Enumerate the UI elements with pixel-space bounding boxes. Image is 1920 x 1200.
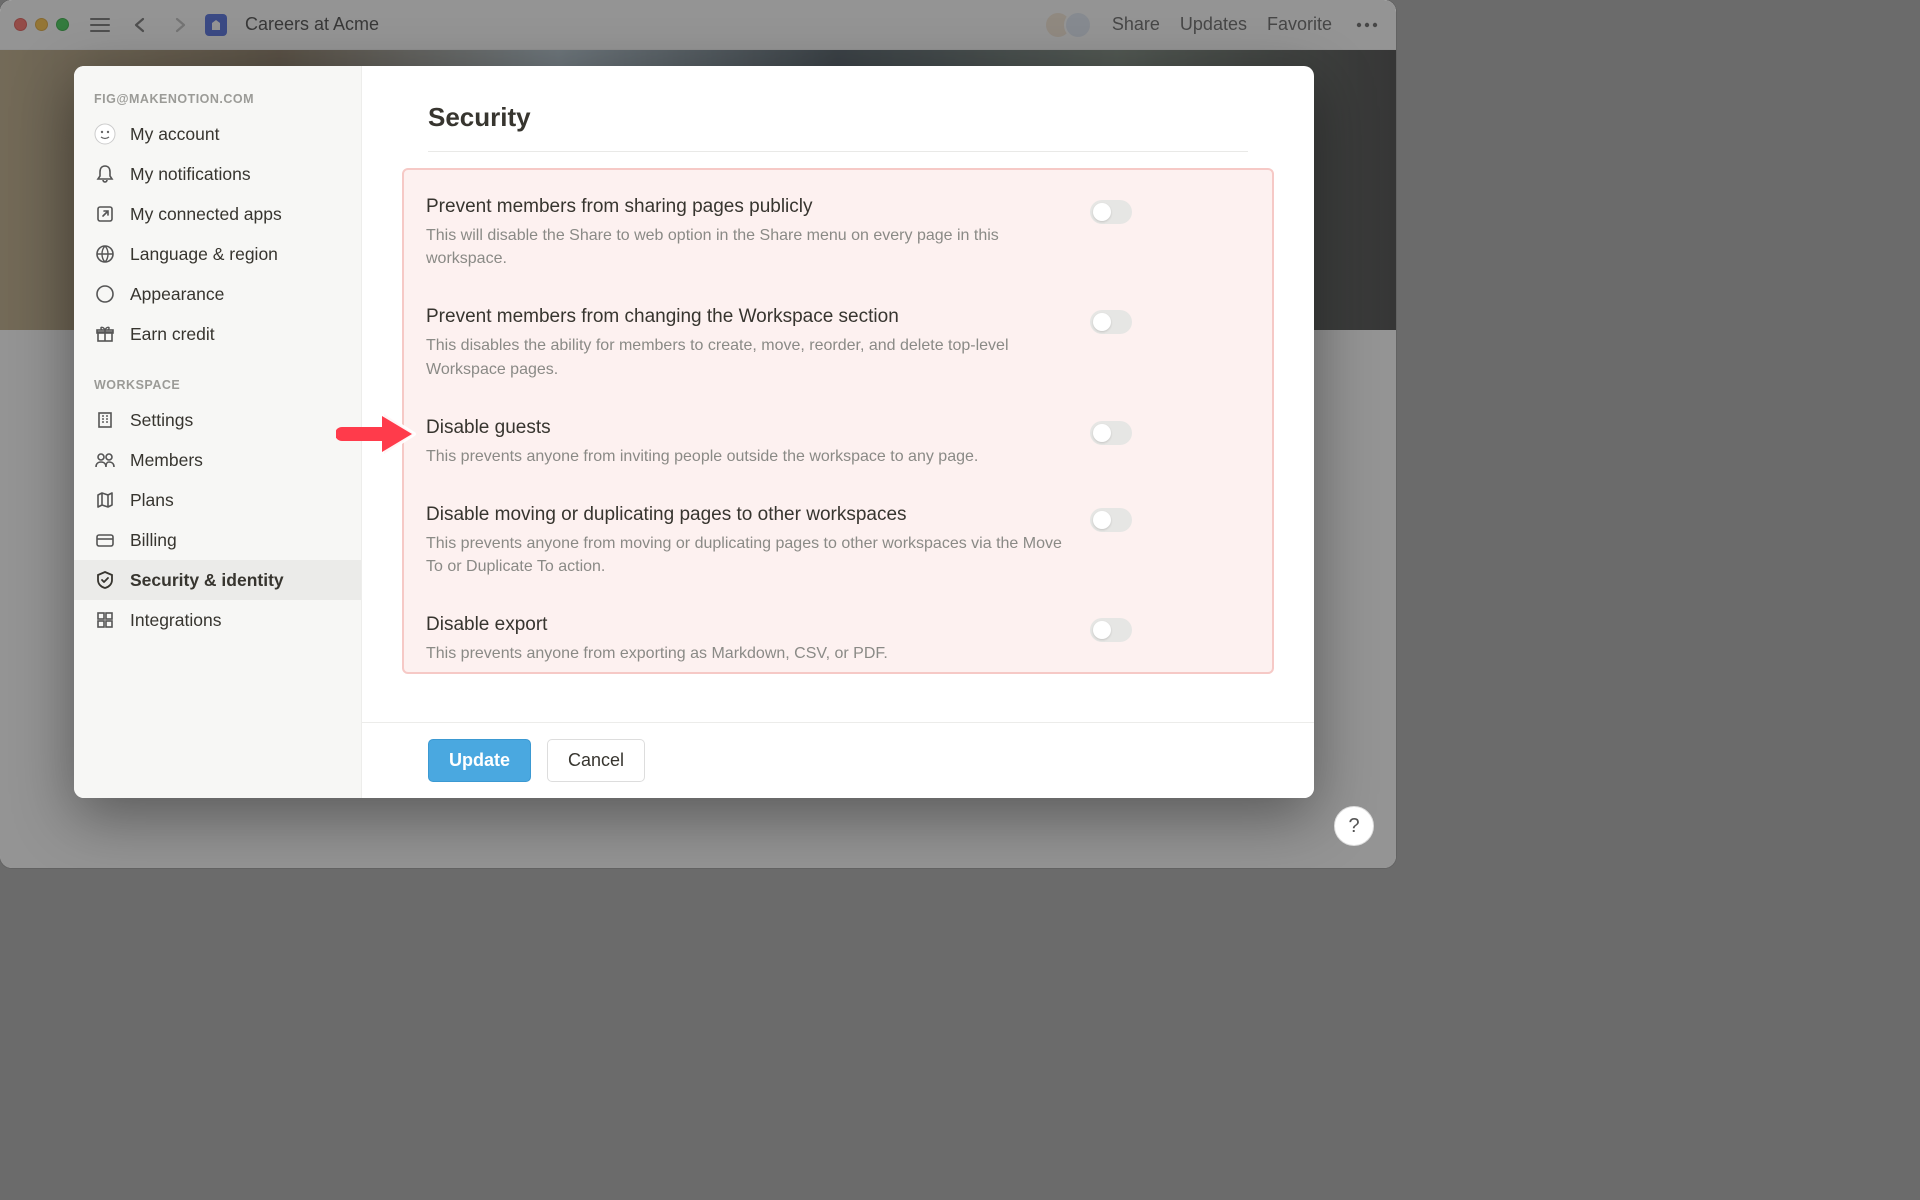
setting-title: Disable export <box>426 614 1066 636</box>
sidebar-item-notifications[interactable]: My notifications <box>74 154 361 194</box>
help-icon: ? <box>1348 815 1359 838</box>
building-icon <box>94 409 116 431</box>
sidebar-item-label: Integrations <box>130 610 221 631</box>
setting-disable-move-duplicate: Disable moving or duplicating pages to o… <box>426 494 1250 604</box>
sidebar-item-label: Plans <box>130 490 174 511</box>
sidebar-item-members[interactable]: Members <box>74 440 361 480</box>
setting-description: This prevents anyone from exporting as M… <box>426 642 1066 665</box>
map-icon <box>94 489 116 511</box>
toggle-disable-guests[interactable] <box>1090 421 1132 445</box>
modal-footer: Update Cancel <box>362 722 1314 798</box>
sidebar-workspace-header: WORKSPACE <box>74 372 361 400</box>
setting-prevent-workspace-changes: Prevent members from changing the Worksp… <box>426 296 1250 406</box>
setting-prevent-public-share: Prevent members from sharing pages publi… <box>426 186 1250 296</box>
globe-icon <box>94 243 116 265</box>
bell-icon <box>94 163 116 185</box>
sidebar-item-earn-credit[interactable]: Earn credit <box>74 314 361 354</box>
sidebar-item-label: Earn credit <box>130 324 215 345</box>
sidebar-item-label: My account <box>130 124 219 145</box>
setting-description: This will disable the Share to web optio… <box>426 224 1066 270</box>
toggle-disable-export[interactable] <box>1090 618 1132 642</box>
setting-title: Disable moving or duplicating pages to o… <box>426 504 1066 526</box>
shield-check-icon <box>94 569 116 591</box>
settings-highlight-box: Prevent members from sharing pages publi… <box>402 168 1274 674</box>
sidebar-item-label: Appearance <box>130 284 224 305</box>
divider <box>428 151 1248 152</box>
help-button[interactable]: ? <box>1334 806 1374 846</box>
settings-content: Security Prevent members from sharing pa… <box>362 66 1314 798</box>
sidebar-item-billing[interactable]: Billing <box>74 520 361 560</box>
sidebar-item-my-account[interactable]: My account <box>74 114 361 154</box>
sidebar-item-label: Members <box>130 450 203 471</box>
sidebar-item-connected-apps[interactable]: My connected apps <box>74 194 361 234</box>
setting-title: Disable guests <box>426 417 1066 439</box>
setting-disable-guests: Disable guests This prevents anyone from… <box>426 407 1250 494</box>
setting-description: This prevents anyone from moving or dupl… <box>426 532 1066 578</box>
sidebar-item-label: My connected apps <box>130 204 282 225</box>
sidebar-item-label: Language & region <box>130 244 278 265</box>
external-link-icon <box>94 203 116 225</box>
sidebar-item-integrations[interactable]: Integrations <box>74 600 361 640</box>
setting-title: Prevent members from sharing pages publi… <box>426 196 1066 218</box>
moon-icon <box>94 283 116 305</box>
toggle-prevent-workspace-changes[interactable] <box>1090 310 1132 334</box>
sidebar-item-label: Billing <box>130 530 177 551</box>
people-icon <box>94 449 116 471</box>
account-avatar-icon <box>94 123 116 145</box>
credit-card-icon <box>94 529 116 551</box>
setting-description: This disables the ability for members to… <box>426 334 1066 380</box>
setting-disable-export: Disable export This prevents anyone from… <box>426 604 1250 671</box>
sidebar-item-settings[interactable]: Settings <box>74 400 361 440</box>
page-heading: Security <box>428 102 1248 133</box>
app-window: Careers at Acme Share Updates Favorite F… <box>0 0 1396 868</box>
sidebar-item-appearance[interactable]: Appearance <box>74 274 361 314</box>
sidebar-item-label: Security & identity <box>130 570 284 591</box>
sidebar-item-security[interactable]: Security & identity <box>74 560 361 600</box>
sidebar-item-label: My notifications <box>130 164 251 185</box>
setting-title: Prevent members from changing the Worksp… <box>426 306 1066 328</box>
sidebar-item-plans[interactable]: Plans <box>74 480 361 520</box>
sidebar-item-language[interactable]: Language & region <box>74 234 361 274</box>
toggle-prevent-public-share[interactable] <box>1090 200 1132 224</box>
settings-sidebar: FIG@MAKENOTION.COM My account My notific… <box>74 66 362 798</box>
setting-description: This prevents anyone from inviting peopl… <box>426 445 1066 468</box>
grid-icon <box>94 609 116 631</box>
sidebar-item-label: Settings <box>130 410 193 431</box>
toggle-disable-move-duplicate[interactable] <box>1090 508 1132 532</box>
update-button[interactable]: Update <box>428 739 531 782</box>
sidebar-account-header: FIG@MAKENOTION.COM <box>74 86 361 114</box>
gift-icon <box>94 323 116 345</box>
settings-modal: FIG@MAKENOTION.COM My account My notific… <box>74 66 1314 798</box>
cancel-button[interactable]: Cancel <box>547 739 645 782</box>
